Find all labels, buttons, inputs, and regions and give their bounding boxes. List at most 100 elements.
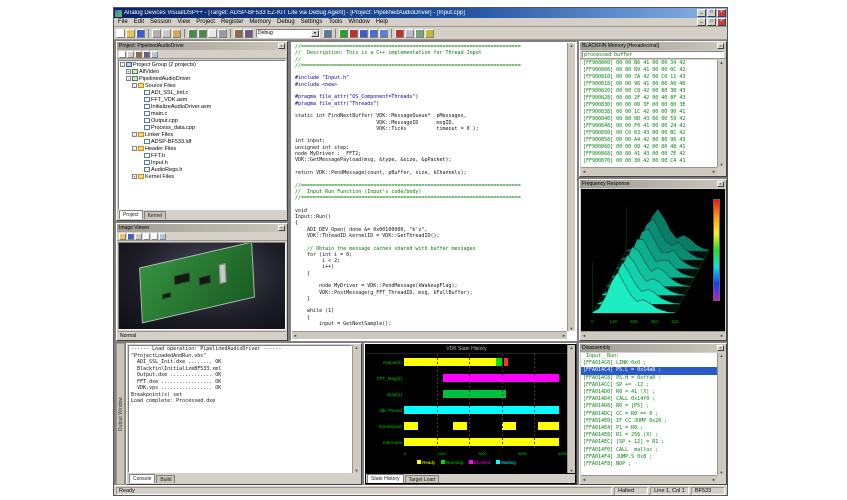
mdi-minimize-button[interactable]: _ [697,18,706,26]
save-icon[interactable] [136,29,145,38]
run-icon[interactable] [339,29,348,38]
output-window-dock-strip[interactable]: Output Window [116,343,125,485]
window-maximize-button[interactable]: □ [707,9,716,17]
tree-expander[interactable]: - [120,62,125,67]
memory-address-input[interactable]: processed_buffer [582,51,724,58]
zoom-out-icon[interactable] [151,233,158,240]
mdi-maximize-button[interactable]: □ [707,18,716,26]
project-options-icon[interactable] [151,51,158,58]
code-area[interactable]: //======================================… [292,43,567,331]
tree-expander[interactable]: - [132,146,137,151]
reset-zoom-icon[interactable] [159,233,166,240]
disassembly-row[interactable]: [FFA014C4] P5.L = 0x14a8 ; [581,367,717,374]
horizontal-scrollbar[interactable] [581,475,717,483]
frequency-response-close-button[interactable]: × [717,181,724,187]
save-image-icon[interactable] [127,233,134,240]
memory-window-icon[interactable] [415,29,424,38]
tree-expander[interactable]: - [126,76,131,81]
tab-state-history[interactable]: State History [367,474,404,483]
menu-view[interactable]: View [174,19,193,25]
vertical-scrollbar[interactable] [717,353,725,475]
tree-expander[interactable]: + [132,174,137,179]
vertical-scrollbar[interactable] [567,345,575,473]
plot-window-icon[interactable] [425,29,434,38]
disassembly-close-button[interactable]: × [717,345,724,351]
vertical-scrollbar[interactable] [352,345,360,473]
vertical-scrollbar[interactable] [567,43,575,331]
menu-settings[interactable]: Settings [298,19,326,25]
window-minimize-button[interactable]: _ [697,9,706,17]
tab-project[interactable]: Project [119,210,143,219]
step-over-icon[interactable] [359,29,368,38]
tree-item[interactable]: -Project Group (2 projects) [119,61,285,68]
tree-item[interactable]: Output.cpp [119,117,285,124]
menu-window[interactable]: Window [345,19,372,25]
menu-project[interactable]: Project [193,19,218,25]
load-program-icon[interactable] [323,29,332,38]
tree-item[interactable]: Process_data.cpp [119,124,285,131]
toggle-breakpoint-icon[interactable] [395,29,404,38]
mdi-close-button[interactable]: × [717,18,726,26]
step-into-icon[interactable] [369,29,378,38]
tree-expander[interactable]: - [132,83,137,88]
rebuild-all-icon[interactable] [143,51,150,58]
menu-tools[interactable]: Tools [325,19,345,25]
tree-item[interactable]: ADSP-BF533.ldf [119,138,285,145]
horizontal-scrollbar[interactable] [292,331,567,339]
tab-console[interactable]: Console [129,474,155,483]
find-icon[interactable] [208,29,217,38]
menu-file[interactable]: File [115,19,131,25]
menu-help[interactable]: Help [373,19,391,25]
tab-kernel[interactable]: Kernel [144,211,166,219]
rebuild-icon[interactable] [244,29,253,38]
menu-edit[interactable]: Edit [131,19,147,25]
tree-item[interactable]: InitializeAudioDriver.asm [119,103,285,110]
tree-item[interactable]: -PipelinedAudioDriver [119,75,285,82]
open-file-icon[interactable] [126,29,135,38]
undo-icon[interactable] [188,29,197,38]
tree-item[interactable]: Input.h [119,159,285,166]
memory-window-titlebar[interactable]: BLACKFIN Memory [Hexadecimal] × [580,42,726,50]
memory-close-button[interactable]: × [717,43,724,49]
new-file-icon[interactable] [116,29,125,38]
tree-item[interactable]: -Linker Files [119,131,285,138]
tab-target-load[interactable]: Target Load [405,475,439,483]
disassembly-rows[interactable]: _Input__Run:[FFA014C0] LINK 0x0 ;[FFA014… [581,353,717,475]
menu-memory[interactable]: Memory [246,19,274,25]
project-window-titlebar[interactable]: Project: PipelinedAudioDriver × [117,42,287,50]
tree-item[interactable]: ADI_SSL_Init.c [119,89,285,96]
tab-build[interactable]: Build [156,475,175,483]
tree-item[interactable]: +AllVideo [119,68,285,75]
watch-window-icon[interactable] [405,29,414,38]
remove-file-icon[interactable] [127,51,134,58]
image-viewer-close-button[interactable]: × [278,225,285,231]
print-icon[interactable] [218,29,227,38]
console-output[interactable]: ------ Load operation: PipelinedAudioDri… [128,345,352,473]
build-project-icon[interactable] [135,51,142,58]
chevron-down-icon[interactable]: ▼ [311,30,319,37]
vertical-scrollbar[interactable] [717,60,725,167]
image-viewer-titlebar[interactable]: Image Viewer × [117,224,287,232]
paste-icon[interactable] [172,29,181,38]
tree-item[interactable]: AudioRegs.h [119,166,285,173]
configuration-combo[interactable]: Debug▼ [256,29,320,38]
build-icon[interactable] [234,29,243,38]
tree-item[interactable]: FFT.h [119,152,285,159]
menu-session[interactable]: Session [147,19,174,25]
tree-item[interactable]: -Source Files [119,82,285,89]
halt-icon[interactable] [349,29,358,38]
memory-rows[interactable]: [FF900800] 00 00 B6 41 00 00 34 42[FF900… [581,60,717,167]
tree-item[interactable]: FFT_VDK.asm [119,96,285,103]
horizontal-scrollbar[interactable] [581,167,717,175]
cut-icon[interactable] [152,29,161,38]
zoom-in-icon[interactable] [143,233,150,240]
window-close-button[interactable]: × [717,9,726,17]
project-close-button[interactable]: × [278,43,285,49]
tree-expander[interactable]: - [132,132,137,137]
horizontal-scrollbar[interactable] [581,331,725,339]
step-out-icon[interactable] [379,29,388,38]
menu-register[interactable]: Register [218,19,246,25]
copy-image-icon[interactable] [135,233,142,240]
redo-icon[interactable] [198,29,207,38]
open-image-icon[interactable] [119,233,126,240]
